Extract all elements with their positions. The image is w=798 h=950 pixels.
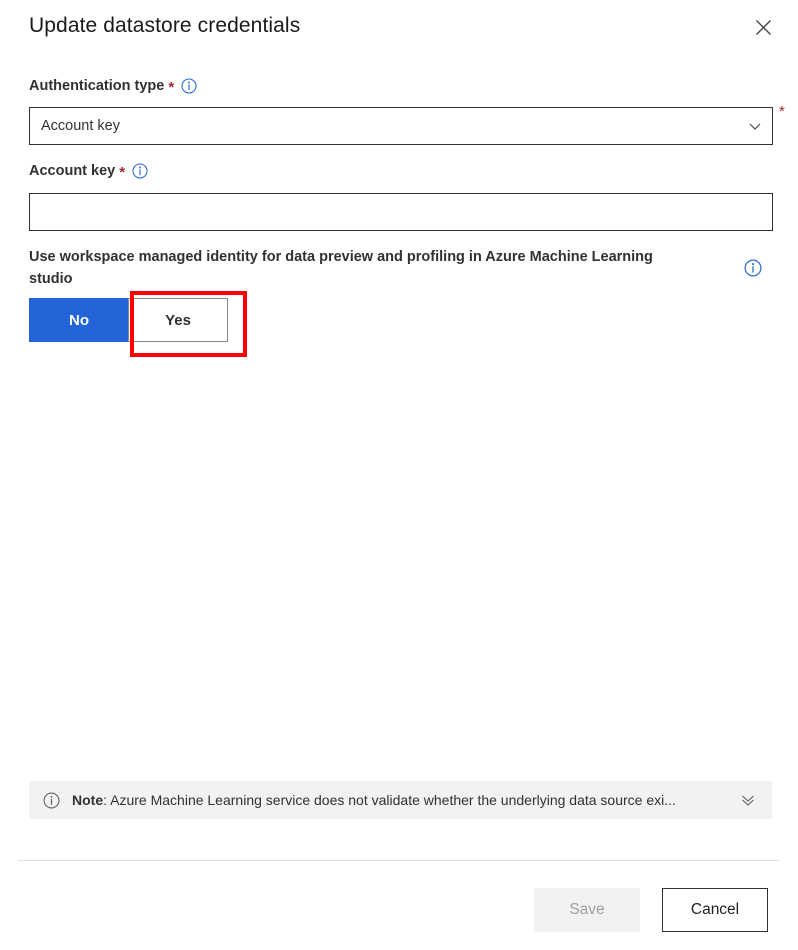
save-button[interactable]: Save [534,888,640,932]
managed-identity-toggle-group: No Yes [29,298,228,342]
close-button[interactable] [744,8,782,46]
required-asterisk: * [119,165,125,180]
authentication-type-label-text: Authentication type [29,78,164,94]
note-body-text: : Azure Machine Learning service does no… [103,792,676,808]
dialog-header: Update datastore credentials [0,0,798,62]
toggle-option-yes[interactable]: Yes [128,298,228,342]
chevron-down-icon [748,119,762,133]
note-text: Note: Azure Machine Learning service doe… [72,792,728,808]
managed-identity-label: Use workspace managed identity for data … [29,246,689,290]
footer-actions: Save Cancel [534,888,768,932]
double-chevron-down-icon[interactable] [738,790,758,810]
required-asterisk: * [168,80,174,95]
close-icon [755,19,772,36]
authentication-type-dropdown[interactable]: Account key [29,107,773,145]
toggle-option-no[interactable]: No [29,298,129,342]
account-key-label: Account key * [29,163,148,179]
authentication-type-value: Account key [41,118,748,134]
account-key-input[interactable] [29,193,773,231]
update-datastore-credentials-dialog: Update datastore credentials Authenticat… [0,0,798,950]
note-bold-prefix: Note [72,792,103,808]
dropdown-required-asterisk: * [779,104,785,119]
cancel-button[interactable]: Cancel [662,888,768,932]
footer-divider [18,860,780,861]
info-icon[interactable] [181,78,197,94]
page-title: Update datastore credentials [29,14,300,38]
note-banner: Note: Azure Machine Learning service doe… [29,781,772,819]
info-icon[interactable] [744,259,762,277]
account-key-label-text: Account key [29,163,115,179]
authentication-type-label: Authentication type * [29,78,197,94]
info-icon[interactable] [132,163,148,179]
info-circle-icon [43,792,60,809]
